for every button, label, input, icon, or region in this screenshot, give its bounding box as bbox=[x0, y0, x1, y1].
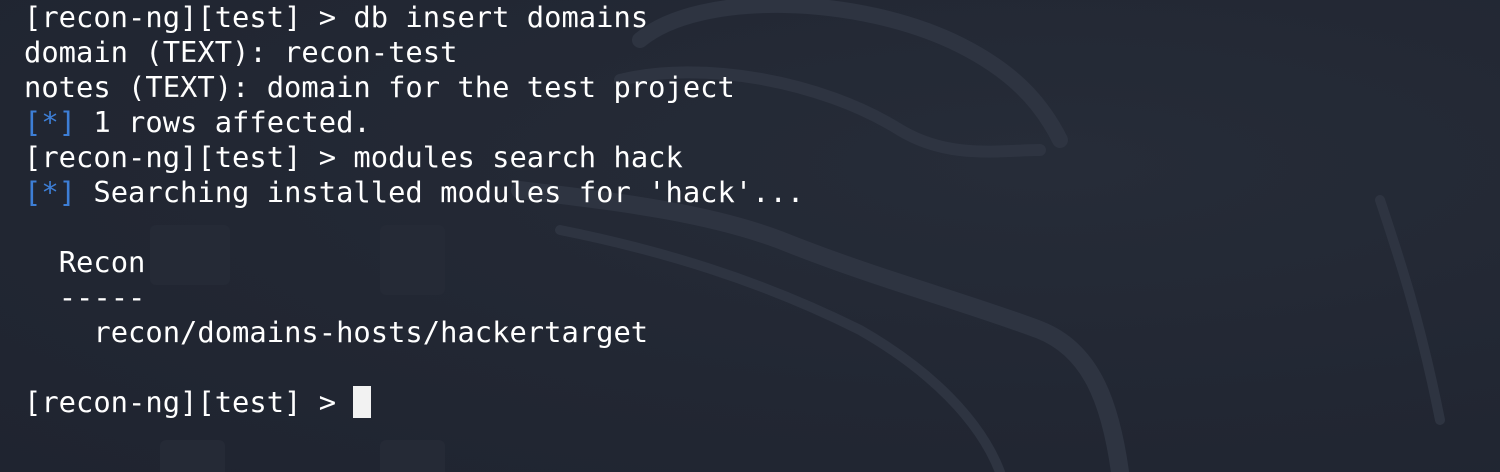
status-line: [*] 1 rows affected. bbox=[24, 105, 804, 140]
prompt: [recon-ng][test] > bbox=[24, 385, 337, 419]
terminal-window[interactable]: [recon-ng][test] > db insert domains dom… bbox=[0, 0, 1500, 472]
text-cursor[interactable] bbox=[353, 386, 372, 418]
status-marker: [*] bbox=[24, 175, 77, 209]
prompt: [recon-ng][test] > bbox=[24, 140, 337, 174]
command-text: db insert domains bbox=[353, 0, 649, 34]
notes-input-line: notes (TEXT): domain for the test projec… bbox=[24, 70, 735, 104]
command-line: [recon-ng][test] > db insert domains bbox=[24, 0, 804, 35]
command-text: modules search hack bbox=[353, 140, 683, 174]
active-prompt-line[interactable]: [recon-ng][test] > bbox=[24, 385, 804, 420]
status-text: 1 rows affected. bbox=[93, 105, 371, 139]
prompt: [recon-ng][test] > bbox=[24, 0, 337, 34]
section-underline: ----- bbox=[58, 280, 146, 314]
section-title: Recon bbox=[58, 245, 146, 279]
module-result: recon/domains-hosts/hackertarget bbox=[93, 315, 649, 349]
status-marker: [*] bbox=[24, 105, 77, 139]
domain-input-line: domain (TEXT): recon-test bbox=[24, 35, 458, 69]
status-text: Searching installed modules for 'hack'..… bbox=[93, 175, 805, 209]
status-line: [*] Searching installed modules for 'hac… bbox=[24, 175, 804, 210]
command-line: [recon-ng][test] > modules search hack bbox=[24, 140, 804, 175]
terminal-output: [recon-ng][test] > db insert domains dom… bbox=[24, 0, 804, 420]
